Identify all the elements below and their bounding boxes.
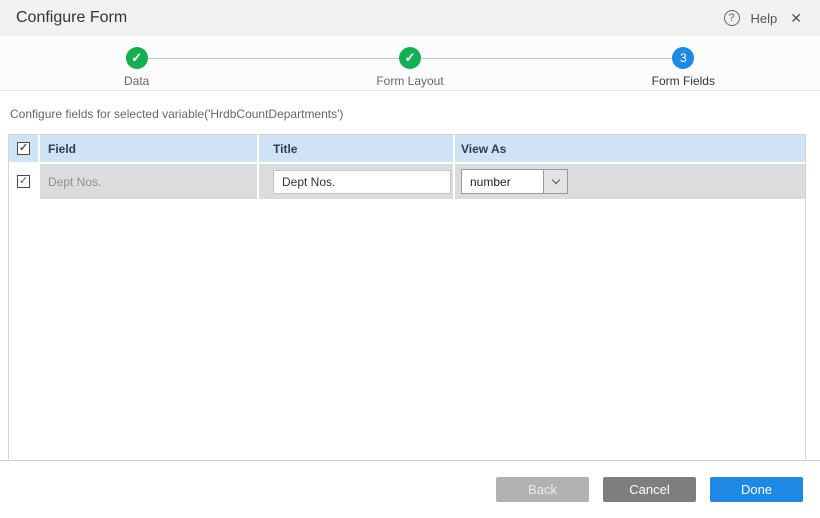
dialog-title: Configure Form <box>16 9 127 27</box>
step-label: Data <box>124 74 149 88</box>
field-name: Dept Nos. <box>48 175 101 189</box>
checkmark-icon: ✓ <box>19 176 28 187</box>
check-icon: ✓ <box>131 50 142 66</box>
chevron-down-icon <box>551 176 559 184</box>
step-completed-check-icon: ✓ <box>126 47 148 69</box>
dialog-footer: Back Cancel Done <box>0 460 820 518</box>
close-icon[interactable]: ✕ <box>788 10 804 27</box>
help-icon[interactable]: ? <box>724 10 740 26</box>
select-dropdown-button[interactable] <box>543 170 567 193</box>
step-number: 3 <box>680 51 687 65</box>
step-form-layout[interactable]: ✓ Form Layout <box>273 36 546 90</box>
view-as-selected-value: number <box>462 170 543 193</box>
step-label: Form Fields <box>652 74 715 88</box>
view-as-select[interactable]: number <box>461 169 568 194</box>
column-header-title: Title <box>259 135 453 162</box>
field-name-cell: Dept Nos. <box>40 164 257 199</box>
step-label: Form Layout <box>376 74 443 88</box>
cancel-button[interactable]: Cancel <box>603 477 696 502</box>
title-cell <box>259 164 453 199</box>
select-all-checkbox[interactable]: ✓ <box>17 142 30 155</box>
check-icon: ✓ <box>405 50 416 66</box>
table-header-row: ✓ Field Title View As <box>9 135 805 162</box>
step-number-badge: 3 <box>672 47 694 69</box>
fields-table: ✓ Field Title View As ✓ Dept Nos. number <box>8 134 806 459</box>
step-completed-check-icon: ✓ <box>399 47 421 69</box>
row-checkbox-cell: ✓ <box>9 164 38 199</box>
checkmark-icon: ✓ <box>19 143 28 154</box>
step-form-fields[interactable]: 3 Form Fields <box>547 36 820 90</box>
done-button[interactable]: Done <box>710 477 803 502</box>
table-row: ✓ Dept Nos. number <box>9 164 805 199</box>
row-checkbox[interactable]: ✓ <box>17 175 30 188</box>
column-header-field: Field <box>40 135 257 162</box>
header-checkbox-cell: ✓ <box>9 135 38 162</box>
back-button[interactable]: Back <box>496 477 589 502</box>
dialog-titlebar: Configure Form ? Help ✕ <box>0 0 820 36</box>
column-header-view-as: View As <box>455 135 805 162</box>
help-icon-glyph: ? <box>728 12 734 24</box>
step-data[interactable]: ✓ Data <box>0 36 273 90</box>
help-link[interactable]: Help <box>751 11 778 26</box>
wizard-stepper: ✓ Data ✓ Form Layout 3 Form Fields <box>0 36 820 91</box>
configure-fields-subtitle: Configure fields for selected variable('… <box>0 91 820 134</box>
title-input[interactable] <box>273 170 451 194</box>
view-as-cell: number <box>455 164 805 199</box>
